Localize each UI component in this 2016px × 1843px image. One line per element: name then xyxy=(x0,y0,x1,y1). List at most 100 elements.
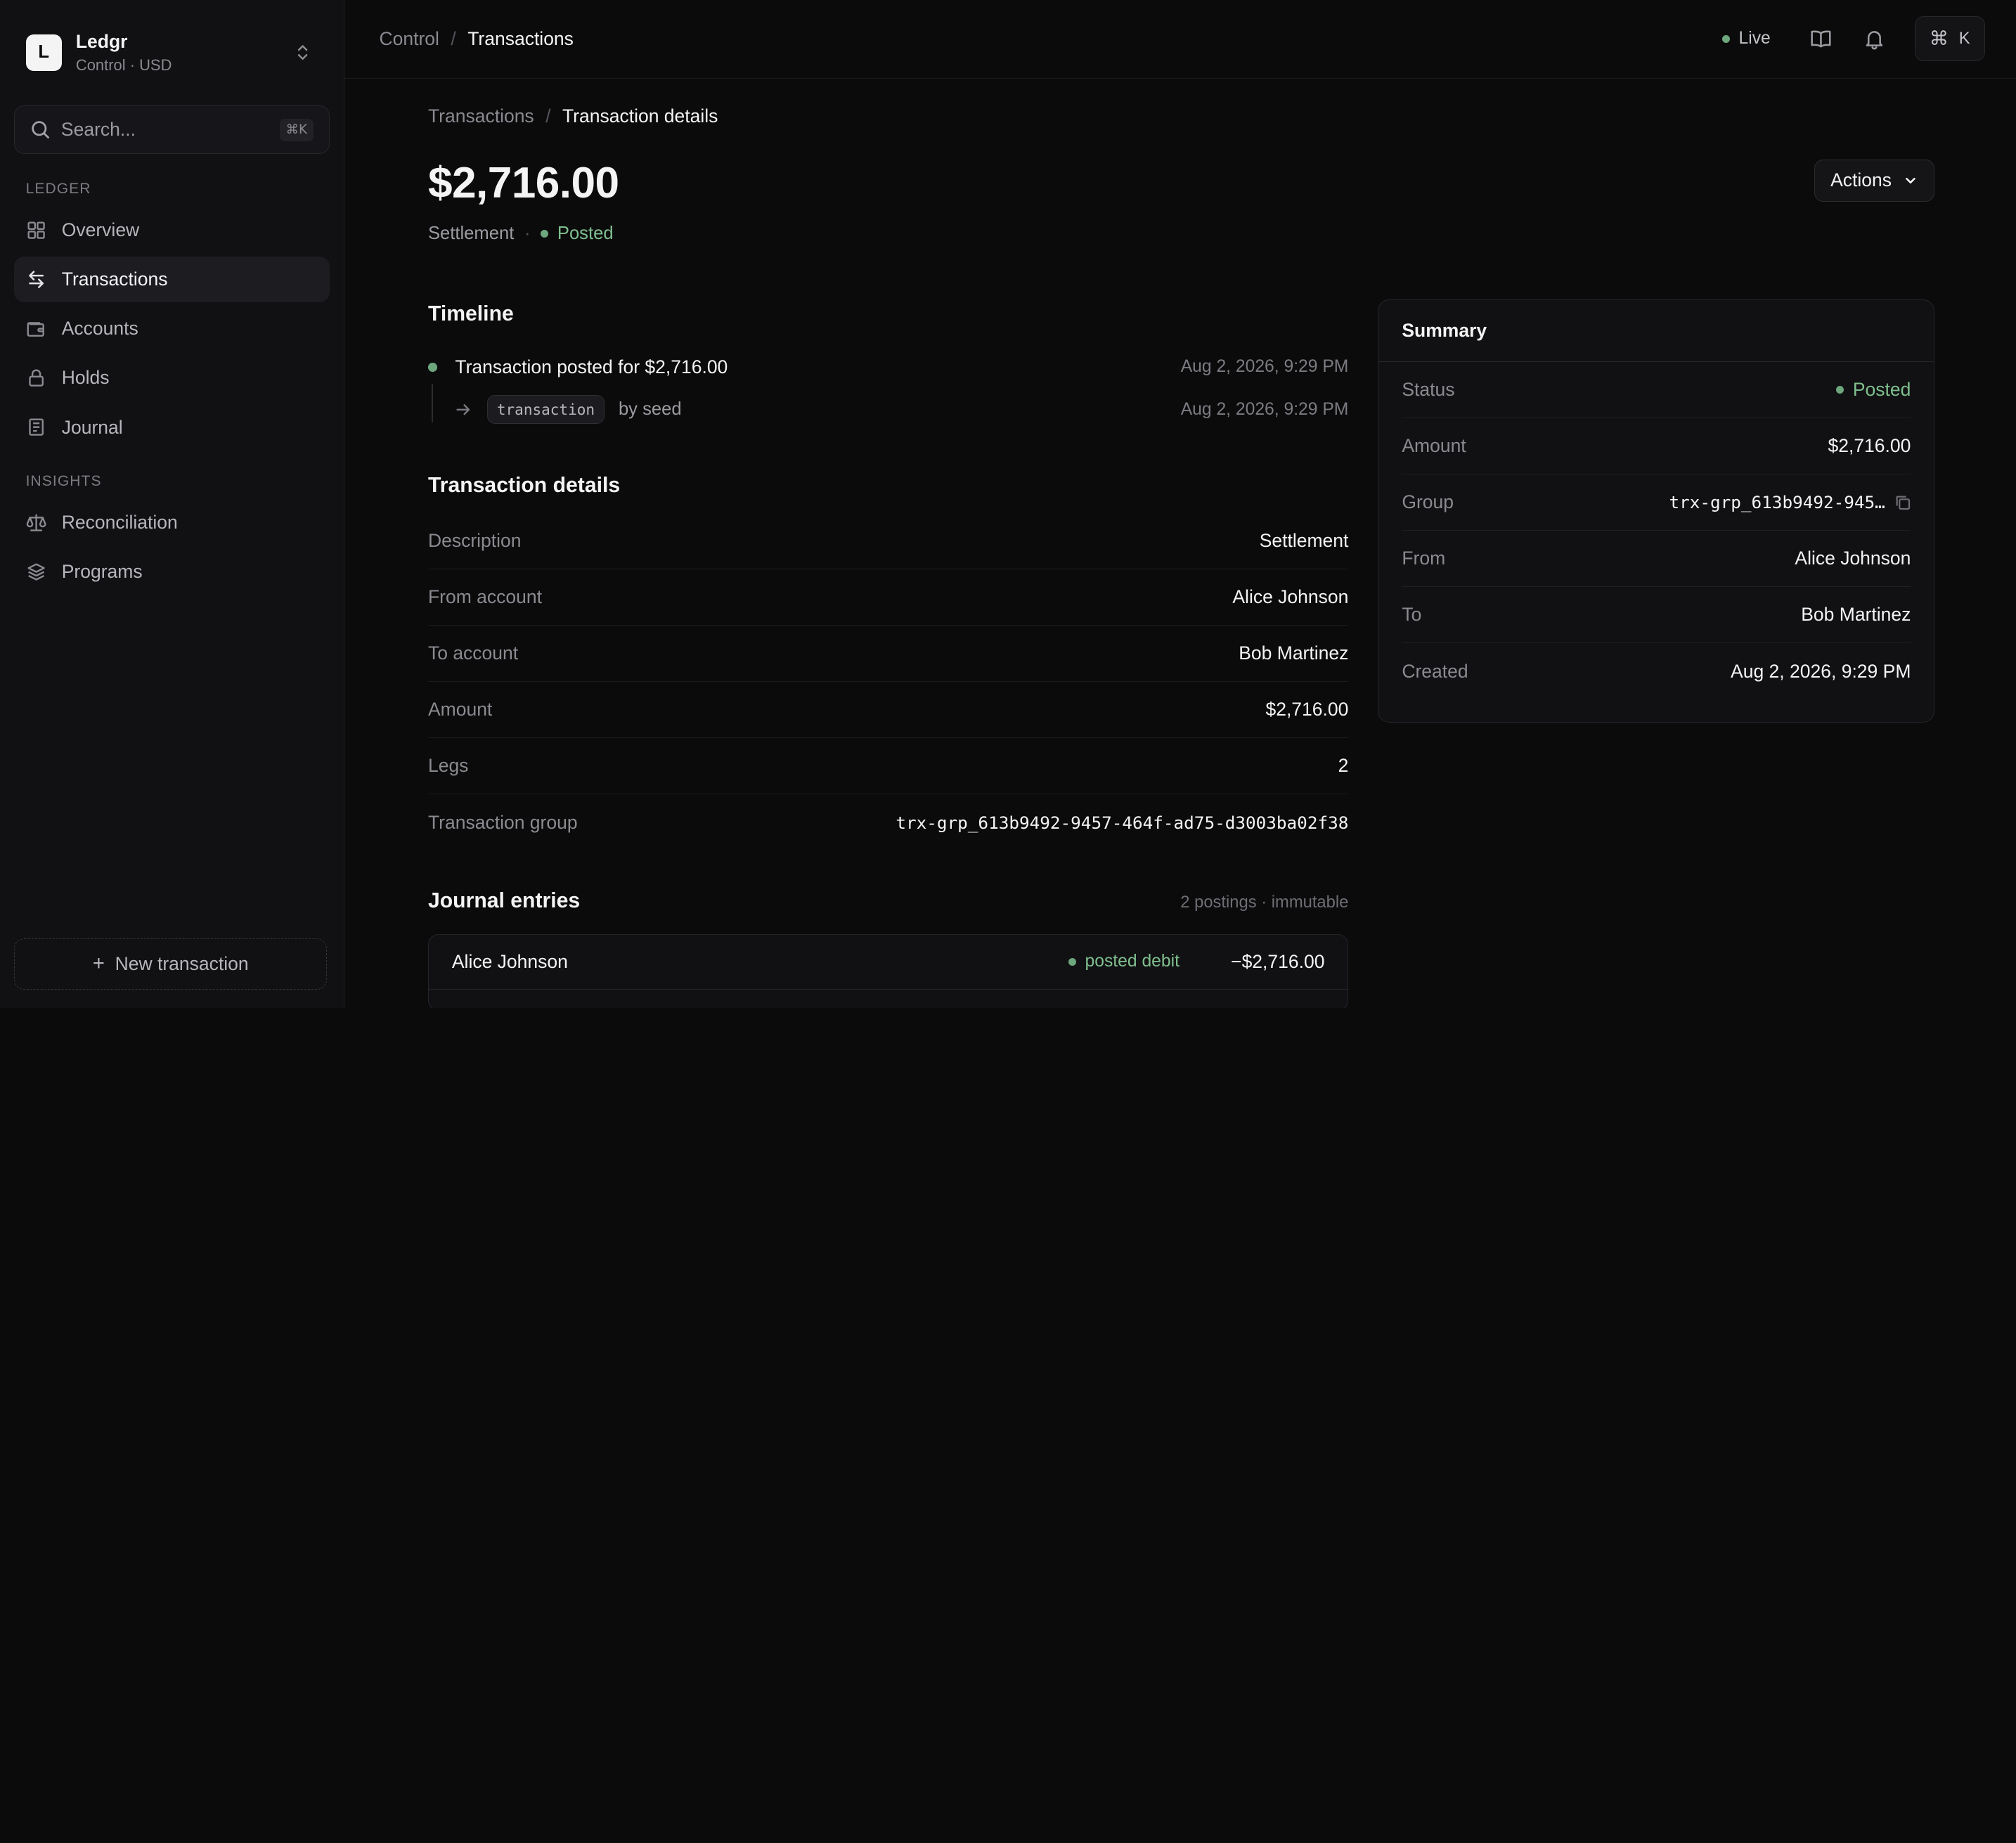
summary-key: Created xyxy=(1402,660,1468,682)
scale-icon xyxy=(26,512,46,533)
sidebar: L Ledgr Control · USD Search... ⌘K LEDGE… xyxy=(0,0,345,1008)
status-badge: Posted xyxy=(541,224,614,244)
detail-key: Amount xyxy=(427,699,493,720)
summary-key: From xyxy=(1402,548,1446,569)
journal-account: Alice Johnson xyxy=(451,950,568,972)
new-transaction-label: New transaction xyxy=(115,953,249,975)
transaction-details: Transaction details Description Settleme… xyxy=(427,474,1349,851)
sidebar-item-holds[interactable]: Holds xyxy=(14,355,330,401)
sidebar-item-label: Journal xyxy=(61,416,123,438)
summary-group-value: trx-grp_613b9492-945… xyxy=(1669,492,1911,512)
summary-value: trx-grp_613b9492-945… xyxy=(1669,492,1885,513)
sidebar-item-transactions[interactable]: Transactions xyxy=(14,256,330,303)
breadcrumb-separator: / xyxy=(545,105,551,127)
summary-value[interactable]: Alice Johnson xyxy=(1795,548,1911,569)
timeline-sub-time: Aug 2, 2026, 9:29 PM xyxy=(1180,399,1349,419)
chevrons-up-down-icon[interactable] xyxy=(292,42,313,63)
detail-value[interactable]: Bob Martinez xyxy=(1239,642,1348,664)
posting-dot xyxy=(1068,957,1076,966)
book-icon xyxy=(26,417,46,437)
sidebar-item-label: Overview xyxy=(61,219,140,240)
org-switcher[interactable]: L Ledgr Control · USD xyxy=(0,0,344,75)
timeline-event-time: Aug 2, 2026, 9:29 PM xyxy=(1180,357,1349,377)
detail-key: Legs xyxy=(427,755,469,777)
sidebar-item-overview[interactable]: Overview xyxy=(14,207,330,253)
journal-table: Alice Johnson posted debit −$2,716.00 xyxy=(427,933,1349,1008)
bell-icon[interactable] xyxy=(1863,27,1886,51)
new-transaction-button[interactable]: + New transaction xyxy=(14,938,328,990)
journal-header: Journal entries 2 postings · immutable xyxy=(428,889,1348,913)
status-dot xyxy=(541,229,549,238)
live-label: Live xyxy=(1738,29,1771,48)
summary-row-created: Created Aug 2, 2026, 9:29 PM xyxy=(1402,643,1911,699)
sidebar-item-programs[interactable]: Programs xyxy=(14,549,330,595)
sidebar-item-label: Accounts xyxy=(61,318,138,340)
sidebar-item-reconciliation[interactable]: Reconciliation xyxy=(14,500,330,546)
detail-row-to-account: To account Bob Martinez xyxy=(427,626,1349,683)
timeline-actor: by seed xyxy=(618,399,682,420)
topbar: Control / Transactions Live ⌘ K xyxy=(344,0,2016,79)
sidebar-item-label: Reconciliation xyxy=(61,511,178,533)
plus-icon: + xyxy=(92,952,105,976)
search-placeholder: Search... xyxy=(60,119,136,141)
timeline-heading: Timeline xyxy=(427,302,514,325)
timeline: Transaction posted for $2,716.00 Aug 2, … xyxy=(427,353,1349,425)
detail-value: trx-grp_613b9492-9457-464f-ad75-d3003ba0… xyxy=(896,812,1349,833)
section-label-insights: INSIGHTS xyxy=(25,473,102,490)
status-badge: Posted xyxy=(1836,379,1911,401)
table-row[interactable]: Alice Johnson posted debit −$2,716.00 xyxy=(428,935,1348,990)
timeline-connector xyxy=(432,384,434,422)
section-label-ledger: LEDGER xyxy=(25,181,91,197)
summary-value[interactable]: Bob Martinez xyxy=(1801,604,1911,626)
org-text: Ledgr Control · USD xyxy=(76,30,292,75)
transaction-type: Settlement xyxy=(427,223,515,243)
actions-label: Actions xyxy=(1830,169,1892,191)
sidebar-item-journal[interactable]: Journal xyxy=(14,404,330,451)
arrow-right-icon xyxy=(454,401,472,419)
details-list: Description Settlement From account Alic… xyxy=(427,513,1349,851)
detail-value: Settlement xyxy=(1259,530,1349,551)
summary-row-amount: Amount $2,716.00 xyxy=(1402,418,1911,475)
detail-value: 2 xyxy=(1338,755,1349,777)
breadcrumb-root[interactable]: Control xyxy=(379,28,439,50)
timeline-event: Transaction posted for $2,716.00 Aug 2, … xyxy=(427,353,1349,381)
detail-row-from-account: From account Alice Johnson xyxy=(427,569,1349,626)
summary-key: Group xyxy=(1402,491,1454,513)
org-name: Ledgr xyxy=(75,30,128,52)
lock-icon xyxy=(26,368,46,388)
actions-dropdown-button[interactable]: Actions xyxy=(1814,159,1935,202)
summary-row-group: Group trx-grp_613b9492-945… xyxy=(1402,474,1911,531)
summary-key: Amount xyxy=(1402,435,1466,457)
summary-value: Posted xyxy=(1852,378,1911,400)
journal-meta: 2 postings · immutable xyxy=(1180,893,1349,912)
search-input[interactable]: Search... ⌘K xyxy=(14,105,330,155)
detail-key: Description xyxy=(427,530,522,551)
summary-row-from: From Alice Johnson xyxy=(1402,531,1911,588)
search-shortcut: ⌘K xyxy=(279,118,314,141)
status-dot xyxy=(1836,385,1844,394)
layers-icon xyxy=(26,562,46,582)
summary-row-to: To Bob Martinez xyxy=(1402,587,1911,644)
timeline-event-title: Transaction posted for $2,716.00 xyxy=(455,356,728,377)
copy-icon[interactable] xyxy=(1894,494,1911,511)
left-column: Timeline Transaction posted for $2,716.0… xyxy=(427,302,1349,1008)
timeline-sub-event: transaction by seed Aug 2, 2026, 9:29 PM xyxy=(428,384,1349,425)
detail-row-amount: Amount $2,716.00 xyxy=(427,682,1349,739)
command-palette-button[interactable]: ⌘ K xyxy=(1914,16,1985,62)
detail-key: To account xyxy=(427,642,519,664)
summary-card: Summary Status Posted Amount $2,716.00 G… xyxy=(1378,299,1935,723)
chevron-down-icon xyxy=(1892,173,1918,188)
breadcrumb-current: Transactions xyxy=(467,27,574,49)
grid-icon xyxy=(26,220,46,240)
summary-value: $2,716.00 xyxy=(1828,435,1911,457)
page-breadcrumb-parent[interactable]: Transactions xyxy=(428,105,534,127)
journal-heading: Journal entries xyxy=(427,889,581,913)
timeline-dot xyxy=(427,362,437,372)
nav-insights: Reconciliation Programs xyxy=(0,500,344,595)
sidebar-item-accounts[interactable]: Accounts xyxy=(14,306,330,352)
book-open-icon[interactable] xyxy=(1809,27,1833,51)
summary-heading: Summary xyxy=(1378,300,1934,362)
detail-value[interactable]: Alice Johnson xyxy=(1232,586,1348,608)
posting-badge: posted debit xyxy=(1068,952,1180,971)
org-subtitle: Control · USD xyxy=(75,56,172,74)
